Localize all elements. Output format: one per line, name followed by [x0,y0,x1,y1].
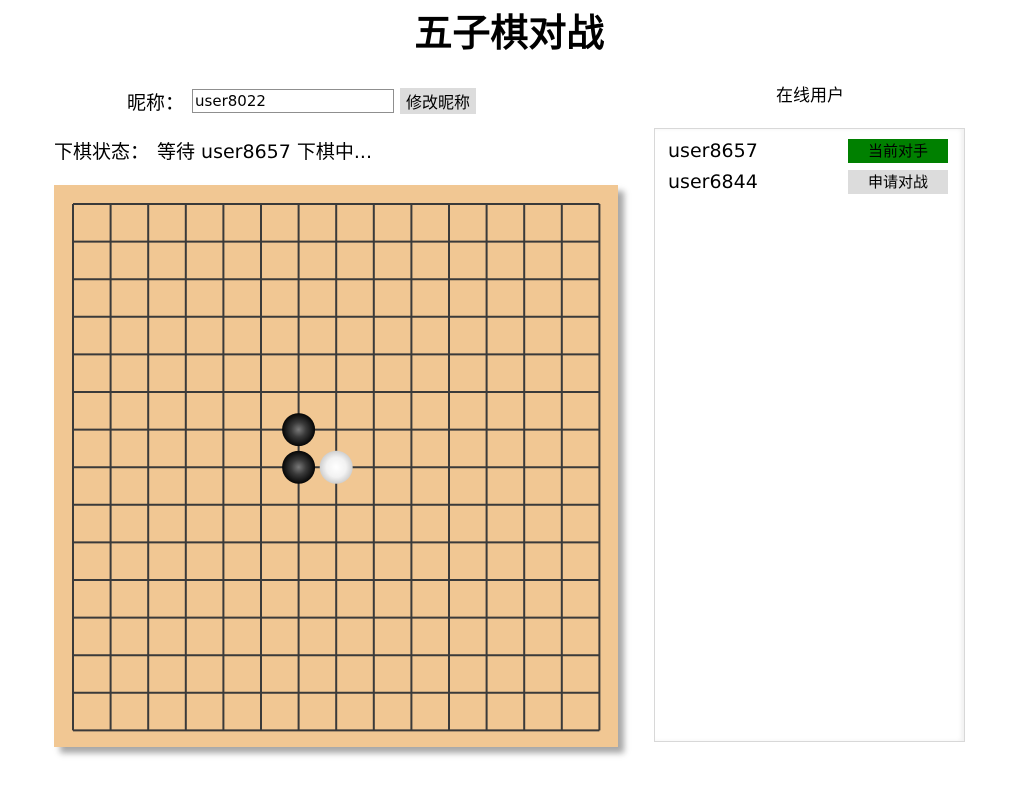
user-row: user6844 申请对战 [668,169,948,195]
nickname-input[interactable] [192,89,395,113]
challenge-button[interactable]: 申请对战 [848,170,948,194]
nickname-label: 昵称： [127,91,185,114]
white-stone [319,450,353,484]
page-title: 五子棋对战 [414,11,605,55]
current-opponent-button[interactable]: 当前对手 [848,139,948,163]
nickname-form: 昵称： 修改昵称 [127,86,477,116]
online-users-title: 在线用户 [776,86,844,106]
board-canvas[interactable] [54,185,618,747]
gomoku-board[interactable] [54,185,618,747]
change-nickname-button[interactable]: 修改昵称 [400,88,477,114]
user-name: user8657 [668,140,758,162]
game-status: 下棋状态： 等待 user8657 下棋中... [54,139,372,165]
user-row: user8657 当前对手 [668,138,948,164]
board-stones [282,413,353,484]
status-label: 下棋状态： [54,141,150,163]
black-stone [282,413,316,447]
user-name: user6844 [668,171,758,193]
online-users-panel: user8657 当前对手 user6844 申请对战 [654,128,965,742]
status-text: 等待 user8657 下棋中... [157,141,373,163]
page: 五子棋对战 昵称： 修改昵称 下棋状态： 等待 user8657 下棋中... [0,0,1019,791]
black-stone [282,450,316,484]
